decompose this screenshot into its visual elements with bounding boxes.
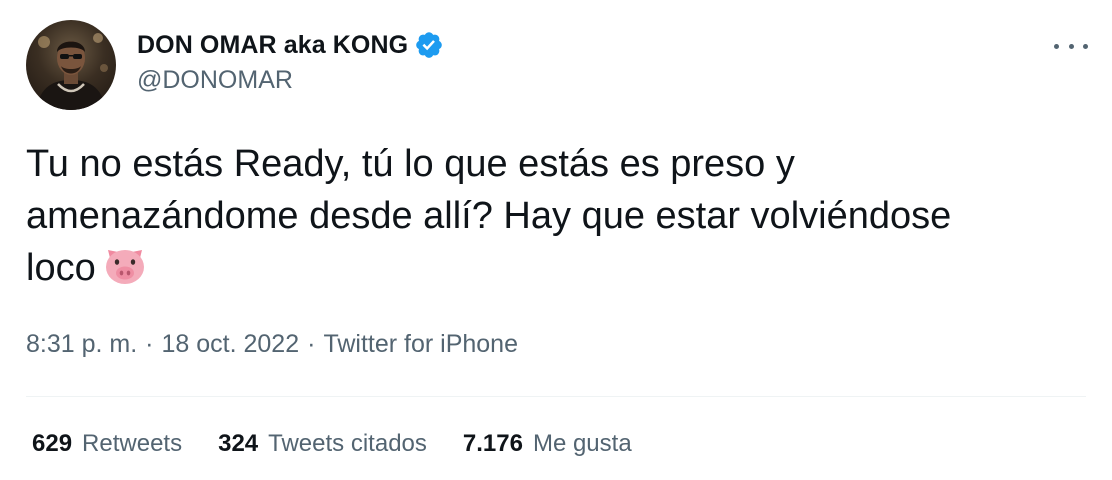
engagement-stats: 629 Retweets 324 Tweets citados 7.176 Me…: [32, 430, 668, 458]
likes-label: Me gusta: [532, 430, 632, 457]
more-options-icon[interactable]: [1054, 36, 1088, 56]
meta-separator: ·: [307, 330, 316, 358]
more-dot: [1083, 43, 1088, 49]
tweet-text-line: loco: [26, 247, 96, 289]
more-dot: [1068, 43, 1074, 49]
likes-stat[interactable]: 7.176 Me gusta: [463, 430, 632, 458]
author-info: DON OMAR aka KONG @DONOMAR: [137, 28, 444, 95]
more-dot: [1054, 43, 1059, 49]
quote-tweets-count: 324: [218, 430, 259, 457]
tweet-source[interactable]: Twitter for iPhone: [323, 330, 518, 359]
quote-tweets-label: Tweets citados: [268, 430, 427, 457]
user-handle[interactable]: @DONOMAR: [137, 66, 444, 95]
tweet-meta: 8:31 p. m. · 18 oct. 2022 · Twitter for …: [26, 330, 518, 359]
retweets-label: Retweets: [82, 430, 183, 457]
tweet-text: Tu no estás Ready, tú lo que estás es pr…: [26, 138, 1086, 294]
meta-separator: ·: [145, 330, 154, 358]
tweet-date[interactable]: 18 oct. 2022: [162, 330, 300, 359]
name-row: DON OMAR aka KONG: [137, 28, 444, 62]
tweet-text-line: amenazándome desde allí? Hay que estar v…: [26, 195, 952, 237]
divider: [26, 396, 1086, 397]
avatar-photo: [36, 33, 108, 110]
retweets-count: 629: [32, 430, 73, 457]
verified-badge-icon: [414, 30, 444, 60]
tweet-text-line: Tu no estás Ready, tú lo que estás es pr…: [26, 143, 795, 185]
tweet-time[interactable]: 8:31 p. m.: [26, 330, 137, 359]
pig-face-icon: [102, 242, 148, 288]
display-name[interactable]: DON OMAR aka KONG: [137, 31, 408, 60]
quote-tweets-stat[interactable]: 324 Tweets citados: [218, 430, 427, 458]
retweets-stat[interactable]: 629 Retweets: [32, 430, 182, 458]
tweet-card: DON OMAR aka KONG @DONOMAR Tu no estás R…: [0, 0, 1112, 480]
avatar[interactable]: [26, 20, 116, 110]
likes-count: 7.176: [462, 430, 523, 457]
